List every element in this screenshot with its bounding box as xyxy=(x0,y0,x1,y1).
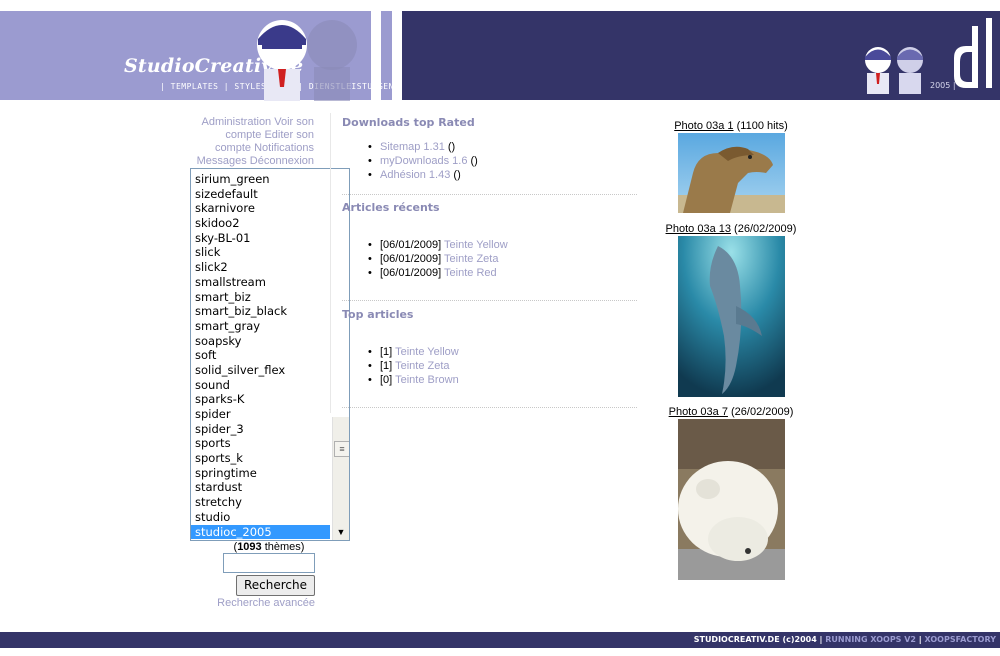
search-button[interactable]: Recherche xyxy=(236,575,315,596)
theme-option[interactable]: sky-BL-01 xyxy=(191,231,330,246)
theme-option[interactable]: springtime xyxy=(191,466,330,481)
download-link[interactable]: myDownloads 1.6 xyxy=(380,155,467,167)
list-item: [1] Teinte Zeta xyxy=(368,359,459,373)
theme-option[interactable]: soapsky xyxy=(191,334,330,349)
article-link[interactable]: Teinte Brown xyxy=(395,374,459,386)
theme-option[interactable]: skidoo2 xyxy=(191,216,330,231)
list-item: [06/01/2009] Teinte Red xyxy=(368,266,508,280)
photo-link[interactable]: Photo 03a 7 xyxy=(669,406,728,418)
download-link[interactable]: Sitemap 1.31 xyxy=(380,141,445,153)
theme-option[interactable]: studioc_2005 xyxy=(191,524,330,540)
footer-running-link[interactable]: RUNNING XOOPS V2 xyxy=(825,635,916,644)
header-year: 2005 | xyxy=(930,81,956,90)
theme-option[interactable]: smallstream xyxy=(191,275,330,290)
list-item: [0] Teinte Brown xyxy=(368,373,459,387)
theme-option[interactable]: sparks-K xyxy=(191,392,330,407)
article-link[interactable]: Teinte Zeta xyxy=(395,360,449,372)
list-item: [1] Teinte Yellow xyxy=(368,345,459,359)
theme-option[interactable]: stardust xyxy=(191,480,330,495)
list-item: [06/01/2009] Teinte Zeta xyxy=(368,252,508,266)
link-administration[interactable]: Administration xyxy=(201,116,271,128)
downloads-list: Sitemap 1.31 () myDownloads 1.6 () Adhés… xyxy=(368,140,478,182)
list-item: Adhésion 1.43 () xyxy=(368,168,478,182)
mascots-small-icon xyxy=(865,47,923,94)
search-input[interactable] xyxy=(223,553,315,573)
divider xyxy=(342,194,637,195)
theme-option[interactable]: slick xyxy=(191,245,330,260)
theme-count: (1093 thèmes) xyxy=(233,541,305,553)
photo-link[interactable]: Photo 03a 13 xyxy=(666,223,731,235)
theme-select-list[interactable]: sirium_green sizedefault skarnivore skidoo2… xyxy=(190,168,350,541)
photo-caption: Photo 03a 7 (26/02/2009) xyxy=(668,406,794,418)
divider xyxy=(342,407,637,408)
user-menu: Administration Voir son compte Editer so… xyxy=(190,116,314,168)
theme-option[interactable]: spider xyxy=(191,407,330,422)
recent-articles-list: [06/01/2009] Teinte Yellow [06/01/2009] … xyxy=(368,238,508,280)
theme-option[interactable]: sizedefault xyxy=(191,187,330,202)
theme-option[interactable]: smart_gray xyxy=(191,319,330,334)
divider xyxy=(342,300,637,301)
download-link[interactable]: Adhésion 1.43 xyxy=(380,169,450,181)
theme-option[interactable]: sirium_green xyxy=(191,172,330,187)
top-articles-title: Top articles xyxy=(342,308,414,321)
theme-option[interactable]: sports xyxy=(191,436,330,451)
top-articles-list: [1] Teinte Yellow [1] Teinte Zeta [0] Te… xyxy=(368,345,459,387)
advanced-search-link[interactable]: Recherche avancée xyxy=(190,597,315,609)
scroll-down-arrow-icon[interactable]: ▼ xyxy=(333,524,349,540)
theme-option[interactable]: stretchy xyxy=(191,495,330,510)
link-messages[interactable]: Messages xyxy=(197,155,247,167)
theme-option[interactable]: spider_3 xyxy=(191,422,330,437)
scrollbar-thumb[interactable]: ≡ xyxy=(334,441,349,457)
theme-option[interactable]: studio xyxy=(191,510,330,525)
column-separator xyxy=(330,113,331,413)
photo-caption: Photo 03a 13 (26/02/2009) xyxy=(665,223,797,235)
downloads-top-rated-title: Downloads top Rated xyxy=(342,116,475,129)
theme-option[interactable]: smart_biz_black xyxy=(191,304,330,319)
recent-articles-title: Articles récents xyxy=(342,201,440,214)
theme-option[interactable]: solid_silver_flex xyxy=(191,363,330,378)
photo-camel-image[interactable] xyxy=(678,133,785,213)
article-link[interactable]: Teinte Red xyxy=(444,267,497,279)
article-link[interactable]: Teinte Zeta xyxy=(444,253,498,265)
theme-option[interactable]: skarnivore xyxy=(191,201,330,216)
theme-option[interactable]: sound xyxy=(191,378,330,393)
photo-link[interactable]: Photo 03a 1 xyxy=(674,120,733,132)
footer-copyright: STUDIOCREATIV.DE (c)2004 xyxy=(693,635,817,644)
photo-caption: Photo 03a 1 (1100 hits) xyxy=(674,120,788,132)
list-item: myDownloads 1.6 () xyxy=(368,154,478,168)
dl-logo-icon xyxy=(954,18,992,88)
footer-factory-link[interactable]: XOOPSFACTORY xyxy=(925,635,997,644)
theme-option[interactable]: soft xyxy=(191,348,330,363)
list-item: Sitemap 1.31 () xyxy=(368,140,478,154)
theme-list-scrollbar[interactable]: ≡ ▼ xyxy=(332,417,349,540)
theme-options: sirium_green sizedefault skarnivore skidoo2… xyxy=(191,172,330,540)
photo-dolphin-image[interactable] xyxy=(678,236,785,397)
link-notifications[interactable]: Notifications xyxy=(254,142,314,154)
list-item: [06/01/2009] Teinte Yellow xyxy=(368,238,508,252)
article-link[interactable]: Teinte Yellow xyxy=(444,239,508,251)
mascots-icon xyxy=(257,20,357,101)
photo-polar-bear-image[interactable] xyxy=(678,419,785,580)
theme-option[interactable]: sports_k xyxy=(191,451,330,466)
theme-option[interactable]: smart_biz xyxy=(191,290,330,305)
theme-option[interactable]: slick2 xyxy=(191,260,330,275)
article-link[interactable]: Teinte Yellow xyxy=(395,346,459,358)
link-deconnexion[interactable]: Déconnexion xyxy=(250,155,314,167)
footer: STUDIOCREATIV.DE (c)2004 | RUNNING XOOPS… xyxy=(0,632,1000,648)
